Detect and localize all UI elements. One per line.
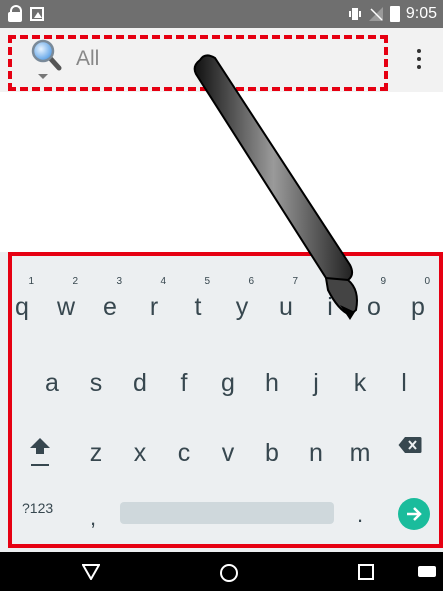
keyboard-switch-icon[interactable] xyxy=(418,566,436,577)
key-hint: 7 xyxy=(292,276,298,287)
space-bar[interactable] xyxy=(120,502,334,524)
key-g[interactable]: g xyxy=(206,358,250,408)
key-l[interactable]: l xyxy=(382,358,426,408)
home-icon[interactable] xyxy=(220,564,238,582)
no-signal-icon xyxy=(368,7,383,21)
key-u[interactable]: u7 xyxy=(264,276,308,332)
key-hint: 2 xyxy=(72,276,78,287)
content-area xyxy=(0,92,443,252)
key-y[interactable]: y6 xyxy=(220,276,264,332)
search-icon[interactable] xyxy=(30,38,62,74)
key-b[interactable]: b xyxy=(250,428,294,478)
key-label: i xyxy=(327,293,333,321)
shift-arrow-icon xyxy=(30,438,50,466)
search-scope-caret-icon[interactable] xyxy=(38,74,48,79)
key-hint: 6 xyxy=(248,276,254,287)
key-x[interactable]: x xyxy=(118,428,162,478)
status-bar: 9:05 xyxy=(0,0,443,28)
key-z[interactable]: z xyxy=(74,428,118,478)
key-label: u xyxy=(279,293,293,321)
battery-icon xyxy=(389,6,400,22)
key-label: y xyxy=(235,293,249,321)
backspace-icon xyxy=(398,437,422,453)
key-label: e xyxy=(103,293,117,321)
key-r[interactable]: r4 xyxy=(132,276,176,332)
symbols-key[interactable]: ?123 xyxy=(22,500,53,516)
enter-key[interactable] xyxy=(398,498,430,530)
search-input[interactable] xyxy=(76,44,356,74)
back-icon[interactable] xyxy=(82,564,100,580)
key-d[interactable]: d xyxy=(118,358,162,408)
arrow-right-icon xyxy=(407,507,422,521)
photo-icon xyxy=(30,7,44,21)
key-f[interactable]: f xyxy=(162,358,206,408)
key-hint: 8 xyxy=(336,276,342,287)
key-label: p xyxy=(411,293,425,321)
lock-icon xyxy=(8,5,22,22)
key-k[interactable]: k xyxy=(338,358,382,408)
status-time: 9:05 xyxy=(405,5,437,22)
key-m[interactable]: m xyxy=(338,428,382,478)
recents-icon[interactable] xyxy=(358,564,374,580)
key-i[interactable]: i8 xyxy=(308,276,352,332)
key-hint: 3 xyxy=(116,276,122,287)
key-t[interactable]: t5 xyxy=(176,276,220,332)
status-right-icons: 9:05 xyxy=(348,5,437,23)
key-hint: 1 xyxy=(28,276,34,287)
key-w[interactable]: w2 xyxy=(44,276,88,332)
backspace-key[interactable] xyxy=(388,428,432,478)
key-label: w xyxy=(56,293,76,321)
search-bar xyxy=(0,28,443,92)
key-hint: 5 xyxy=(204,276,210,287)
key-v[interactable]: v xyxy=(206,428,250,478)
key-a[interactable]: a xyxy=(30,358,74,408)
key-c[interactable]: c xyxy=(162,428,206,478)
key-label: t xyxy=(194,293,202,321)
comma-key[interactable]: , xyxy=(90,505,96,531)
status-left-icons xyxy=(8,5,48,23)
key-q[interactable]: q1 xyxy=(0,276,44,332)
key-label: r xyxy=(149,293,159,321)
vibrate-icon xyxy=(348,8,361,20)
key-s[interactable]: s xyxy=(74,358,118,408)
key-label: q xyxy=(15,293,29,321)
period-key[interactable]: . xyxy=(357,502,363,528)
key-h[interactable]: h xyxy=(250,358,294,408)
key-hint: 9 xyxy=(380,276,386,287)
key-hint: 4 xyxy=(160,276,166,287)
key-j[interactable]: j xyxy=(294,358,338,408)
key-hint: 0 xyxy=(424,276,430,287)
key-p[interactable]: p0 xyxy=(396,276,440,332)
overflow-menu-icon[interactable] xyxy=(414,44,424,74)
key-n[interactable]: n xyxy=(294,428,338,478)
key-o[interactable]: o9 xyxy=(352,276,396,332)
shift-key[interactable] xyxy=(18,428,62,478)
key-label: o xyxy=(367,293,381,321)
key-e[interactable]: e3 xyxy=(88,276,132,332)
